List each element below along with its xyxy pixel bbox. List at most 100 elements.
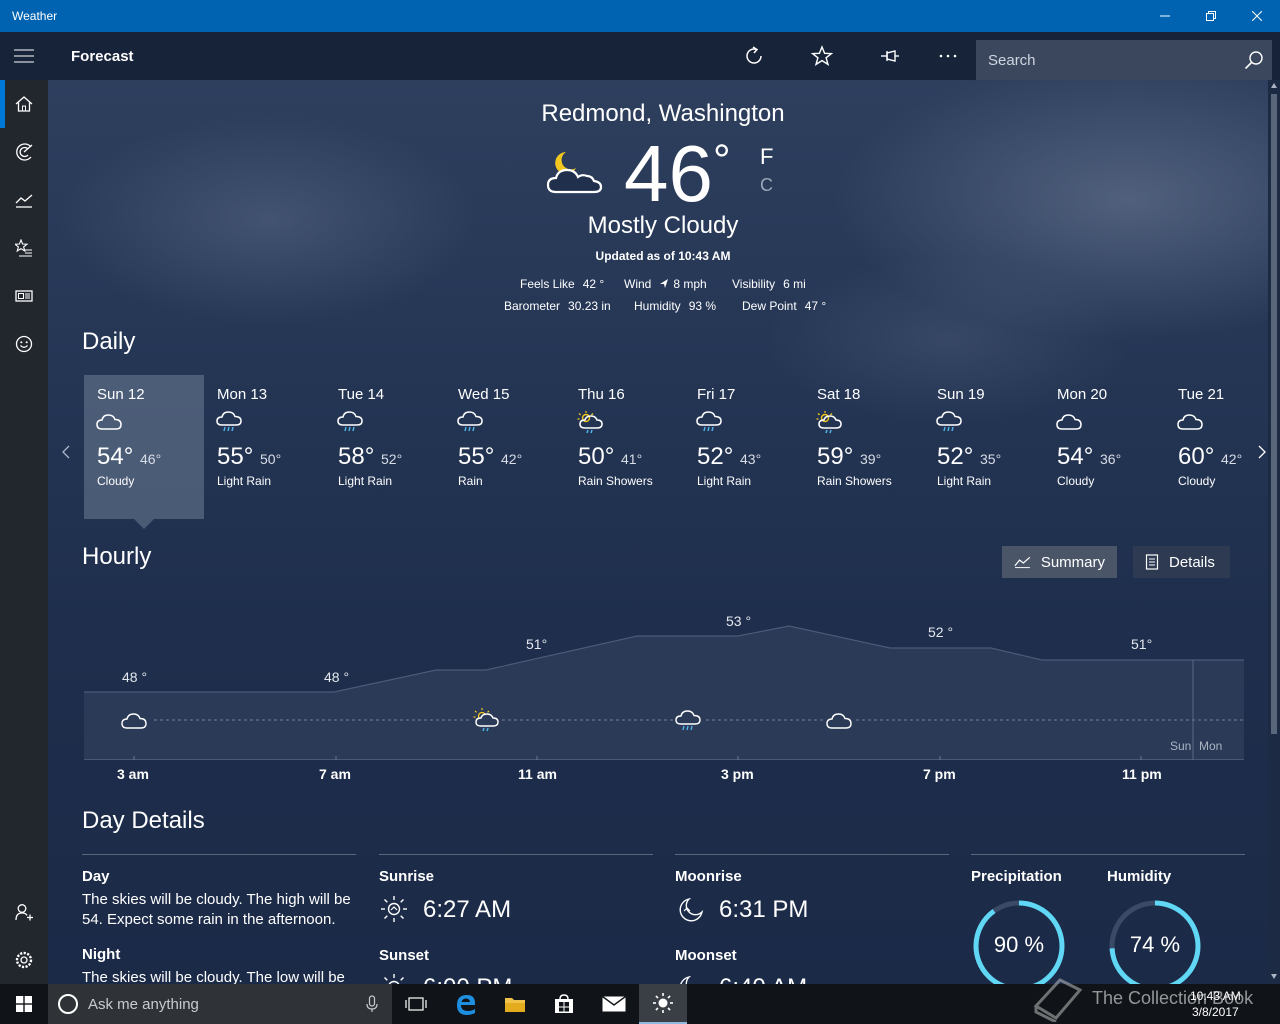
- daily-day-tile[interactable]: Sun 12 54° 46° Cloudy: [84, 375, 204, 519]
- hourly-time-label: 11 am: [518, 766, 557, 782]
- divider: [82, 854, 356, 855]
- barometer-value: 30.23 in: [568, 299, 611, 313]
- precipitation-label: Precipitation: [971, 868, 1062, 885]
- star-icon: [811, 45, 833, 66]
- hamburger-menu-button[interactable]: [0, 32, 48, 80]
- moonset-time: 6:40 AM: [719, 974, 807, 984]
- close-button[interactable]: [1234, 0, 1280, 32]
- day-high-temp: 58°: [338, 443, 375, 470]
- daily-day-tile[interactable]: Tue 14 58° 52° Light Rain: [325, 375, 445, 519]
- day-description: The skies will be cloudy. The high will …: [82, 891, 351, 928]
- edge-icon: [457, 995, 475, 1015]
- edge-taskbar-button[interactable]: [442, 984, 490, 1024]
- feels-like-value: 42 °: [582, 277, 605, 291]
- nav-life[interactable]: [0, 320, 48, 368]
- daily-day-tile[interactable]: Thu 16 50° 41° Rain Showers: [565, 375, 685, 519]
- day-name: Sat 18: [817, 386, 861, 403]
- unit-fahrenheit-toggle[interactable]: F: [760, 144, 773, 170]
- mail-button[interactable]: [590, 984, 638, 1024]
- weather-sun-icon: [653, 993, 673, 1013]
- day-name: Tue 14: [338, 386, 385, 403]
- daily-day-tile[interactable]: Mon 20 54° 36° Cloudy: [1044, 375, 1164, 519]
- day-condition: Light Rain: [937, 474, 992, 488]
- taskbar: Ask me anything 10:43 AM 3/8/2017: [0, 984, 1280, 1024]
- day-high-temp: 54°: [97, 443, 134, 470]
- microphone-icon[interactable]: [366, 995, 378, 1013]
- nav-account[interactable]: [0, 888, 48, 936]
- search-box[interactable]: [976, 40, 1272, 80]
- humidity-gauge-value: 74 %: [1129, 932, 1181, 957]
- rain-icon: [936, 411, 962, 432]
- day-high-temp: 52°: [697, 443, 734, 470]
- restore-button[interactable]: [1188, 0, 1234, 32]
- summary-label: Summary: [1040, 553, 1105, 571]
- hourly-time-label: 11 pm: [1122, 766, 1162, 782]
- nav-maps[interactable]: [0, 128, 48, 176]
- daily-day-tile[interactable]: Fri 17 52° 43° Light Rain: [684, 375, 804, 519]
- moon-cloud-icon: [546, 152, 603, 194]
- hamburger-icon: [14, 49, 34, 63]
- favorite-button[interactable]: [798, 32, 846, 80]
- minimize-button[interactable]: [1142, 0, 1188, 32]
- moon-column: [675, 854, 949, 855]
- sun-rain-icon: [577, 411, 603, 434]
- day-low-temp: 50°: [260, 451, 282, 467]
- feels-like-stat: Feels Like 42 °: [520, 277, 604, 291]
- refresh-button[interactable]: [730, 32, 778, 80]
- day-marker-mon: Mon: [1199, 739, 1223, 753]
- task-view-button[interactable]: [392, 984, 440, 1024]
- humidity-stat: Humidity 93 %: [634, 299, 716, 313]
- summary-view-button[interactable]: Summary: [1002, 546, 1117, 578]
- scroll-down-icon[interactable]: [1270, 972, 1278, 980]
- file-explorer-button[interactable]: [491, 984, 539, 1024]
- pin-button[interactable]: [866, 32, 914, 80]
- day-name: Thu 16: [578, 386, 625, 403]
- scrollbar-thumb[interactable]: [1271, 94, 1277, 734]
- divider: [379, 854, 653, 855]
- daily-prev-button[interactable]: [60, 444, 72, 465]
- cloud-icon: [1056, 414, 1082, 430]
- day-name: Tue 21: [1178, 386, 1225, 403]
- radar-icon: [16, 143, 33, 161]
- day-name: Mon 13: [217, 386, 268, 403]
- search-input[interactable]: [976, 51, 1236, 69]
- store-button[interactable]: [540, 984, 588, 1024]
- day-condition: Cloudy: [97, 474, 135, 488]
- window-title: Weather: [12, 9, 58, 23]
- daily-day-tile[interactable]: Sun 19 52° 35° Light Rain: [924, 375, 1044, 519]
- vertical-scrollbar[interactable]: [1268, 80, 1280, 984]
- daily-day-tile[interactable]: Sat 18 59° 39° Rain Showers: [804, 375, 924, 519]
- dew-point-stat: Dew Point 47 °: [742, 299, 826, 313]
- start-button[interactable]: [0, 984, 48, 1024]
- search-button[interactable]: [1236, 40, 1272, 80]
- weather-taskbar-button[interactable]: [639, 984, 687, 1024]
- scroll-up-icon[interactable]: [1270, 82, 1278, 90]
- rain-icon: [457, 411, 483, 432]
- cortana-search-box[interactable]: Ask me anything: [48, 984, 392, 1024]
- day-condition: Light Rain: [217, 474, 272, 488]
- feels-like-label: Feels Like: [520, 277, 575, 291]
- nav-historical[interactable]: [0, 176, 48, 224]
- nav-news[interactable]: [0, 272, 48, 320]
- nav-settings[interactable]: [0, 936, 48, 984]
- divider: [971, 854, 1245, 855]
- day-details-heading: Day Details: [82, 807, 205, 834]
- refresh-icon: [746, 46, 762, 64]
- unit-celsius-toggle[interactable]: C: [760, 175, 773, 196]
- day-low-temp: 36°: [1100, 451, 1122, 467]
- nav-forecast[interactable]: [0, 80, 48, 128]
- search-icon: [1244, 51, 1263, 70]
- page-title: Forecast: [71, 47, 134, 65]
- daily-day-tile[interactable]: Tue 21 60° 42° Cloudy: [1165, 375, 1268, 519]
- moonrise-label: Moonrise: [675, 868, 742, 885]
- nav-places[interactable]: [0, 224, 48, 272]
- night-description: The skies will be cloudy. The low will b…: [82, 969, 345, 984]
- hourly-time-label: 3 am: [117, 766, 149, 782]
- daily-day-tile[interactable]: Wed 15 55° 42° Rain: [445, 375, 565, 519]
- more-options-button[interactable]: [924, 32, 972, 80]
- day-condition: Light Rain: [338, 474, 393, 488]
- day-high-temp: 55°: [458, 443, 495, 470]
- daily-day-tile[interactable]: Mon 13 55° 50° Light Rain: [204, 375, 324, 519]
- humidity-label: Humidity: [634, 299, 681, 313]
- details-view-button[interactable]: Details: [1133, 546, 1230, 578]
